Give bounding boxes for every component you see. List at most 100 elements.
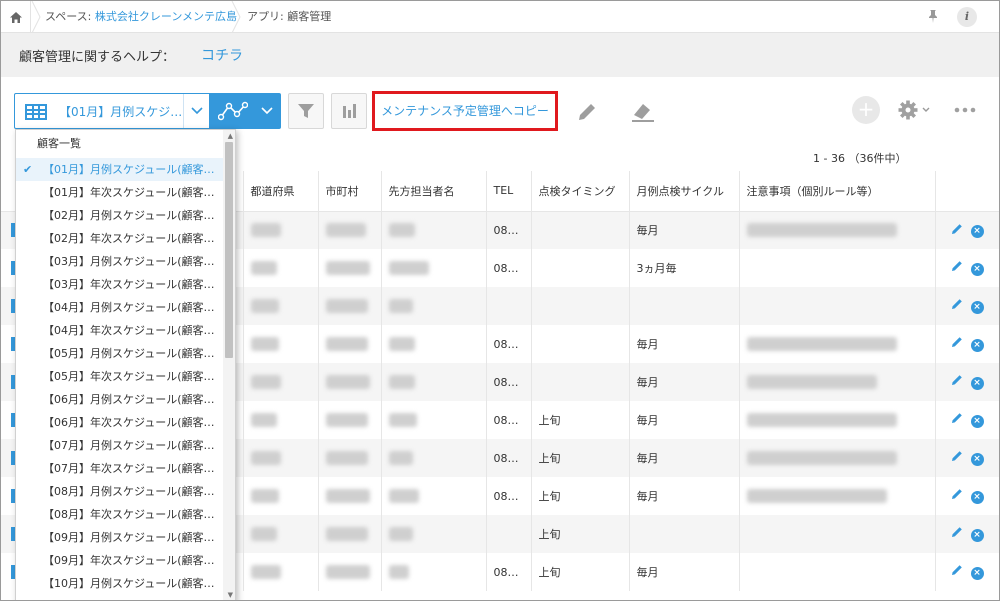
add-record-button[interactable]: + <box>852 96 880 124</box>
blurred-text <box>388 375 415 389</box>
dropdown-item[interactable]: 【03月】月例スケジュール(顧客… <box>16 250 223 273</box>
dropdown-item[interactable]: 【10月】月例スケジュール(顧客… <box>16 572 223 595</box>
dropdown-scrollbar[interactable]: ▲ ▼ <box>223 130 235 600</box>
scrollbar-thumb[interactable] <box>225 142 233 358</box>
edit-row-icon[interactable] <box>951 564 963 579</box>
dropdown-item[interactable]: 【05月】年次スケジュール(顧客… <box>16 365 223 388</box>
tel-cell: 08… <box>486 477 532 515</box>
edit-row-icon[interactable] <box>951 223 963 238</box>
copy-to-maintenance-button[interactable]: メンテナンス予定管理へコピー <box>372 91 558 131</box>
blurred-text <box>325 337 368 351</box>
view-selector[interactable]: 【01月】月例スケジ… <box>14 93 210 129</box>
delete-row-icon[interactable]: × <box>970 452 984 466</box>
dropdown-item[interactable]: 【09月】年次スケジュール(顧客… <box>16 549 223 572</box>
breadcrumb-separator-icon <box>31 1 41 33</box>
city-cell <box>318 553 382 591</box>
check-icon: ✔ <box>23 163 33 176</box>
graph-button[interactable] <box>210 93 281 129</box>
chart-button[interactable] <box>331 93 367 129</box>
prefecture-cell <box>243 211 319 249</box>
dropdown-item[interactable]: 【03月】年次スケジュール(顧客… <box>16 273 223 296</box>
table-header-cell[interactable]: 月例点検サイクル <box>629 171 740 212</box>
edit-row-icon[interactable] <box>951 374 963 389</box>
delete-row-icon[interactable]: × <box>970 566 984 580</box>
contact-cell <box>381 553 487 591</box>
blurred-text <box>388 223 415 238</box>
blurred-text <box>746 375 877 389</box>
table-header-cell[interactable]: 都道府県 <box>243 171 319 212</box>
chevron-down-icon[interactable] <box>183 94 209 128</box>
blurred-text <box>388 413 417 427</box>
blurred-text <box>388 261 429 275</box>
table-header-cell[interactable]: TEL <box>486 171 532 212</box>
blurred-text <box>325 223 366 238</box>
blurred-text <box>746 223 897 238</box>
dropdown-item[interactable]: 【06月】月例スケジュール(顧客… <box>16 388 223 411</box>
table-view-icon <box>25 104 47 120</box>
filter-icon <box>298 104 314 118</box>
delete-row-icon[interactable]: × <box>970 338 984 352</box>
row-actions: × <box>935 325 999 363</box>
delete-row-icon[interactable]: × <box>970 414 984 428</box>
pagination-info: 1 - 36 （36件中） <box>813 152 907 165</box>
pin-icon[interactable] <box>925 9 941 25</box>
edit-row-icon[interactable] <box>951 450 963 465</box>
blurred-text <box>388 337 415 351</box>
dropdown-item[interactable]: 【05月】月例スケジュール(顧客… <box>16 342 223 365</box>
notes-cell <box>739 401 936 439</box>
prefecture-cell <box>243 287 319 325</box>
more-options-icon[interactable] <box>953 99 977 121</box>
blurred-text <box>388 527 413 541</box>
cycle-cell: 毎月 <box>629 401 740 439</box>
dropdown-item[interactable]: 【04月】月例スケジュール(顧客… <box>16 296 223 319</box>
delete-row-icon[interactable]: × <box>970 300 984 314</box>
dropdown-item[interactable]: ✔ 【01月】月例スケジュール(顧客… <box>16 158 223 181</box>
table-header-cell[interactable]: 注意事項（個別ルール等） <box>739 171 936 212</box>
delete-row-icon[interactable]: × <box>970 376 984 390</box>
gear-icon[interactable] <box>897 97 937 123</box>
table-header-cell[interactable]: 先方担当者名 <box>381 171 487 212</box>
dropdown-item[interactable]: 【07月】年次スケジュール(顧客… <box>16 457 223 480</box>
timing-cell <box>531 249 630 287</box>
table-header-cell[interactable]: 点検タイミング <box>531 171 630 212</box>
dropdown-item[interactable]: 【07月】月例スケジュール(顧客… <box>16 434 223 457</box>
dropdown-item[interactable]: 【08月】月例スケジュール(顧客… <box>16 480 223 503</box>
row-actions: × <box>935 363 999 401</box>
scroll-down-icon[interactable]: ▼ <box>228 591 233 599</box>
dropdown-item[interactable]: 【08月】年次スケジュール(顧客… <box>16 503 223 526</box>
delete-row-icon[interactable]: × <box>970 490 984 504</box>
dropdown-item[interactable]: 【02月】月例スケジュール(顧客… <box>16 204 223 227</box>
dropdown-item[interactable]: 【09月】月例スケジュール(顧客… <box>16 526 223 549</box>
blurred-text <box>325 261 370 275</box>
delete-row-icon[interactable]: × <box>970 262 984 276</box>
help-bar: 顧客管理に関するヘルプ： コチラ <box>1 33 999 77</box>
home-icon[interactable] <box>1 1 31 33</box>
edit-row-icon[interactable] <box>951 336 963 351</box>
filter-button[interactable] <box>288 93 324 129</box>
dropdown-item[interactable]: 【06月】年次スケジュール(顧客… <box>16 411 223 434</box>
dropdown-item[interactable]: 【01月】年次スケジュール(顧客… <box>16 181 223 204</box>
dropdown-item[interactable]: 【02月】年次スケジュール(顧客… <box>16 227 223 250</box>
edit-row-icon[interactable] <box>951 526 963 541</box>
edit-row-icon[interactable] <box>951 298 963 313</box>
info-icon[interactable]: i <box>957 7 977 27</box>
edit-row-icon[interactable] <box>951 260 963 275</box>
cycle-cell: 毎月 <box>629 363 740 401</box>
dropdown-item[interactable]: 【04月】年次スケジュール(顧客… <box>16 319 223 342</box>
edit-row-icon[interactable] <box>951 488 963 503</box>
blurred-text <box>250 489 279 503</box>
blurred-text <box>250 223 281 238</box>
notes-cell <box>739 515 936 553</box>
help-link[interactable]: コチラ <box>201 45 243 65</box>
edit-pencil-icon[interactable] <box>572 97 602 127</box>
breadcrumb-space-link[interactable]: 株式会社クレーンメンテ広島 <box>95 10 237 23</box>
city-cell <box>318 249 382 287</box>
eraser-icon[interactable] <box>627 97 657 127</box>
row-actions: × <box>935 553 999 591</box>
blurred-text <box>250 413 277 427</box>
delete-row-icon[interactable]: × <box>970 225 984 238</box>
delete-row-icon[interactable]: × <box>970 528 984 542</box>
edit-row-icon[interactable] <box>951 412 963 427</box>
table-header-cell[interactable]: 市町村 <box>318 171 382 212</box>
scroll-up-icon[interactable]: ▲ <box>228 132 233 140</box>
